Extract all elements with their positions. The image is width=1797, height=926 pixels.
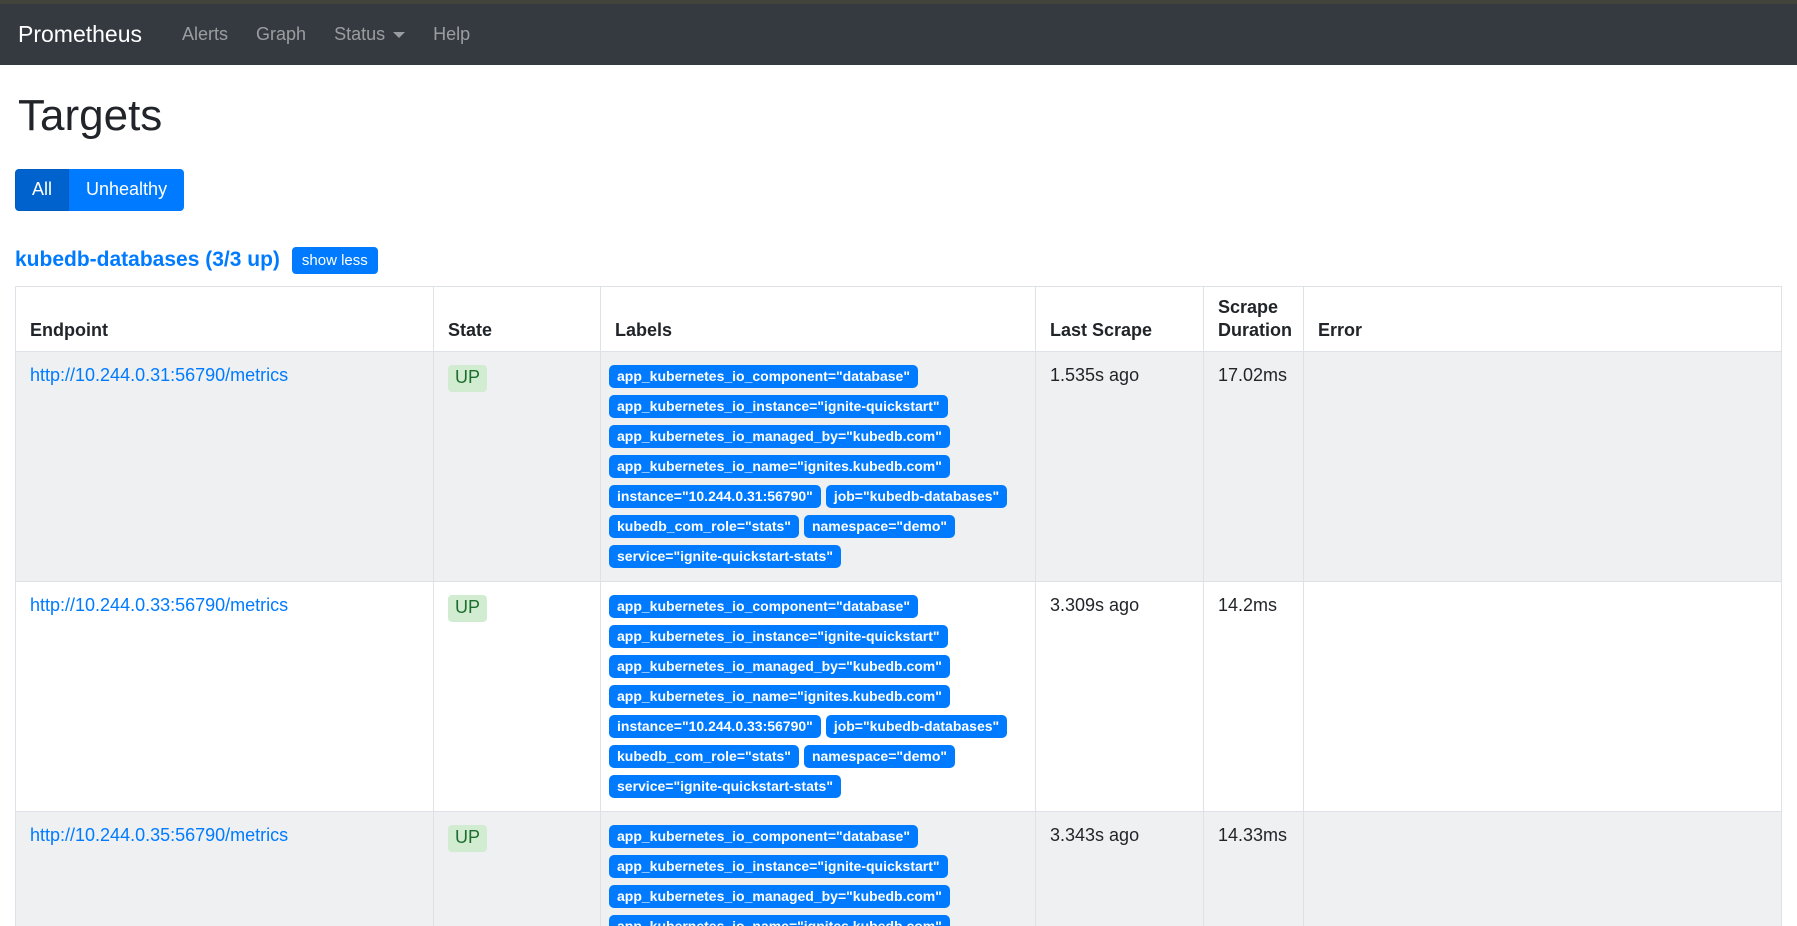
label-badge: job="kubedb-databases" (826, 485, 1007, 508)
endpoint-cell: http://10.244.0.33:56790/metrics (16, 582, 434, 812)
labels-cell: app_kubernetes_io_component="database"ap… (601, 812, 1036, 926)
label-badge: app_kubernetes_io_name="ignites.kubedb.c… (609, 455, 950, 478)
label-badge: service="ignite-quickstart-stats" (609, 545, 841, 568)
label-badge: app_kubernetes_io_instance="ignite-quick… (609, 625, 948, 648)
endpoint-link[interactable]: http://10.244.0.33:56790/metrics (30, 595, 288, 615)
label-badge: app_kubernetes_io_component="database" (609, 365, 918, 388)
error-cell (1304, 582, 1782, 812)
endpoint-link[interactable]: http://10.244.0.35:56790/metrics (30, 825, 288, 845)
column-header-labels: Labels (601, 286, 1036, 352)
last-scrape-cell: 3.343s ago (1036, 812, 1204, 926)
label-badge: namespace="demo" (804, 515, 955, 538)
label-badge: app_kubernetes_io_instance="ignite-quick… (609, 855, 948, 878)
label-badge: kubedb_com_role="stats" (609, 515, 799, 538)
error-cell (1304, 352, 1782, 582)
targets-table: EndpointStateLabelsLast ScrapeScrape Dur… (15, 286, 1782, 926)
show-less-button[interactable]: show less (292, 247, 378, 274)
labels-cell: app_kubernetes_io_component="database"ap… (601, 582, 1036, 812)
endpoint-cell: http://10.244.0.35:56790/metrics (16, 812, 434, 926)
label-badge: instance="10.244.0.31:56790" (609, 485, 821, 508)
labels-cell: app_kubernetes_io_component="database"ap… (601, 352, 1036, 582)
label-badge: app_kubernetes_io_managed_by="kubedb.com… (609, 885, 950, 908)
label-badge: app_kubernetes_io_instance="ignite-quick… (609, 395, 948, 418)
navbar-brand[interactable]: Prometheus (18, 21, 142, 48)
chevron-down-icon (393, 32, 405, 38)
column-header-scrape-duration: Scrape Duration (1204, 286, 1304, 352)
label-badge: instance="10.244.0.33:56790" (609, 715, 821, 738)
label-badge: service="ignite-quickstart-stats" (609, 775, 841, 798)
label-badge: app_kubernetes_io_managed_by="kubedb.com… (609, 655, 950, 678)
state-cell: UP (434, 352, 601, 582)
label-badge: job="kubedb-databases" (826, 715, 1007, 738)
table-row: http://10.244.0.35:56790/metrics UP app_ku… (16, 812, 1782, 926)
state-cell: UP (434, 812, 601, 926)
label-badge: app_kubernetes_io_name="ignites.kubedb.c… (609, 915, 950, 926)
scrape-duration-cell: 14.2ms (1204, 582, 1304, 812)
label-badge: namespace="demo" (804, 745, 955, 768)
state-badge: UP (448, 825, 487, 852)
column-header-last-scrape: Last Scrape (1036, 286, 1204, 352)
nav-item-status[interactable]: Status (320, 16, 419, 53)
state-badge: UP (448, 595, 487, 622)
label-badge: app_kubernetes_io_component="database" (609, 825, 918, 848)
nav-item-graph[interactable]: Graph (242, 16, 320, 53)
table-row: http://10.244.0.31:56790/metrics UP app_ku… (16, 352, 1782, 582)
nav-item-alerts[interactable]: Alerts (168, 16, 242, 53)
endpoint-cell: http://10.244.0.31:56790/metrics (16, 352, 434, 582)
endpoint-link[interactable]: http://10.244.0.31:56790/metrics (30, 365, 288, 385)
main-content: Targets All Unhealthy kubedb-databases (… (0, 91, 1797, 926)
state-cell: UP (434, 582, 601, 812)
label-badge: app_kubernetes_io_managed_by="kubedb.com… (609, 425, 950, 448)
last-scrape-cell: 3.309s ago (1036, 582, 1204, 812)
filter-all-button[interactable]: All (15, 169, 69, 211)
page-title: Targets (18, 91, 1782, 141)
navbar-links: AlertsGraphStatusHelp (168, 16, 484, 53)
filter-unhealthy-button[interactable]: Unhealthy (69, 169, 184, 211)
last-scrape-cell: 1.535s ago (1036, 352, 1204, 582)
scrape-duration-cell: 17.02ms (1204, 352, 1304, 582)
column-header-error: Error (1304, 286, 1782, 352)
label-badge: app_kubernetes_io_name="ignites.kubedb.c… (609, 685, 950, 708)
scrape-pool-header: kubedb-databases (3/3 up) show less (15, 247, 1782, 274)
nav-item-help[interactable]: Help (419, 16, 484, 53)
navbar: Prometheus AlertsGraphStatusHelp (0, 4, 1797, 65)
label-badge: kubedb_com_role="stats" (609, 745, 799, 768)
table-row: http://10.244.0.33:56790/metrics UP app_ku… (16, 582, 1782, 812)
state-badge: UP (448, 365, 487, 392)
column-header-state: State (434, 286, 601, 352)
label-badge: app_kubernetes_io_component="database" (609, 595, 918, 618)
scrape-pool-title-link[interactable]: kubedb-databases (3/3 up) (15, 248, 280, 272)
scrape-duration-cell: 14.33ms (1204, 812, 1304, 926)
targets-table-header: EndpointStateLabelsLast ScrapeScrape Dur… (16, 286, 1782, 352)
target-filter-group: All Unhealthy (15, 169, 184, 211)
error-cell (1304, 812, 1782, 926)
column-header-endpoint: Endpoint (16, 286, 434, 352)
